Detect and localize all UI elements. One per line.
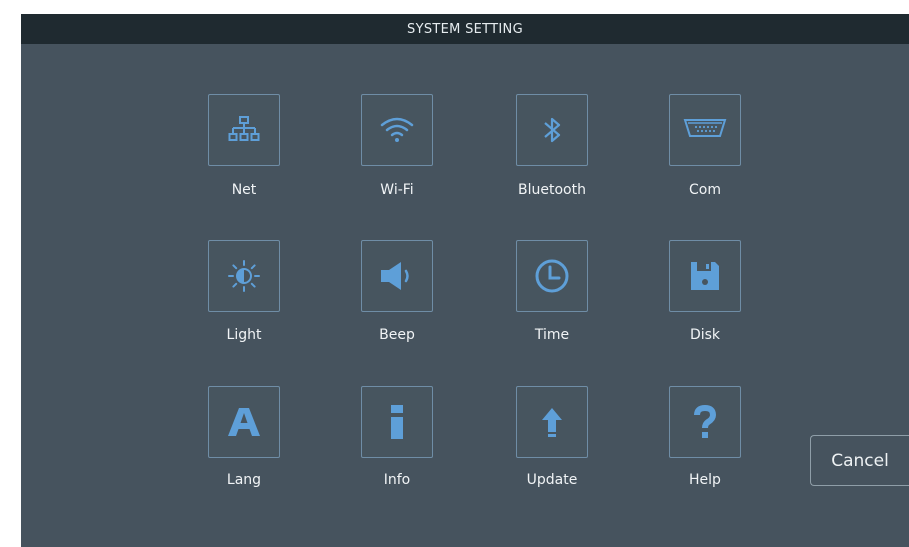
- system-setting-screen: SYSTEM SETTING Net Wi-Fi Bluetooth Com L…: [21, 14, 909, 547]
- net-label: Net: [231, 182, 257, 198]
- bluetooth-icon: [538, 113, 566, 147]
- cancel-label: Cancel: [831, 450, 889, 471]
- update-button[interactable]: [516, 386, 588, 458]
- network-icon: [227, 113, 261, 147]
- bluetooth-label: Bluetooth: [518, 182, 586, 198]
- light-label: Light: [226, 327, 262, 343]
- wifi-icon: [378, 113, 416, 147]
- info-button[interactable]: [361, 386, 433, 458]
- wifi-label: Wi-Fi: [380, 182, 414, 198]
- time-label: Time: [534, 327, 570, 343]
- disk-button[interactable]: [669, 240, 741, 312]
- com-label: Com: [689, 182, 721, 198]
- bluetooth-button[interactable]: [516, 94, 588, 166]
- brightness-icon: [227, 259, 261, 293]
- update-label: Update: [526, 472, 578, 488]
- floppy-disk-icon: [688, 259, 722, 293]
- disk-label: Disk: [689, 327, 721, 343]
- letter-a-icon: [225, 405, 263, 439]
- cancel-button[interactable]: Cancel: [810, 435, 909, 486]
- help-button[interactable]: [669, 386, 741, 458]
- time-button[interactable]: [516, 240, 588, 312]
- com-button[interactable]: [669, 94, 741, 166]
- lang-label: Lang: [226, 472, 262, 488]
- beep-label: Beep: [379, 327, 415, 343]
- beep-button[interactable]: [361, 240, 433, 312]
- wifi-button[interactable]: [361, 94, 433, 166]
- window-title: SYSTEM SETTING: [407, 21, 523, 37]
- question-mark-icon: [691, 404, 719, 440]
- upload-arrow-icon: [540, 406, 564, 438]
- title-bar: SYSTEM SETTING: [21, 14, 909, 44]
- clock-icon: [533, 257, 571, 295]
- serial-port-icon: [682, 116, 728, 144]
- info-icon: [387, 404, 407, 440]
- help-label: Help: [689, 472, 721, 488]
- net-button[interactable]: [208, 94, 280, 166]
- lang-button[interactable]: [208, 386, 280, 458]
- speaker-icon: [377, 259, 417, 293]
- light-button[interactable]: [208, 240, 280, 312]
- info-label: Info: [383, 472, 411, 488]
